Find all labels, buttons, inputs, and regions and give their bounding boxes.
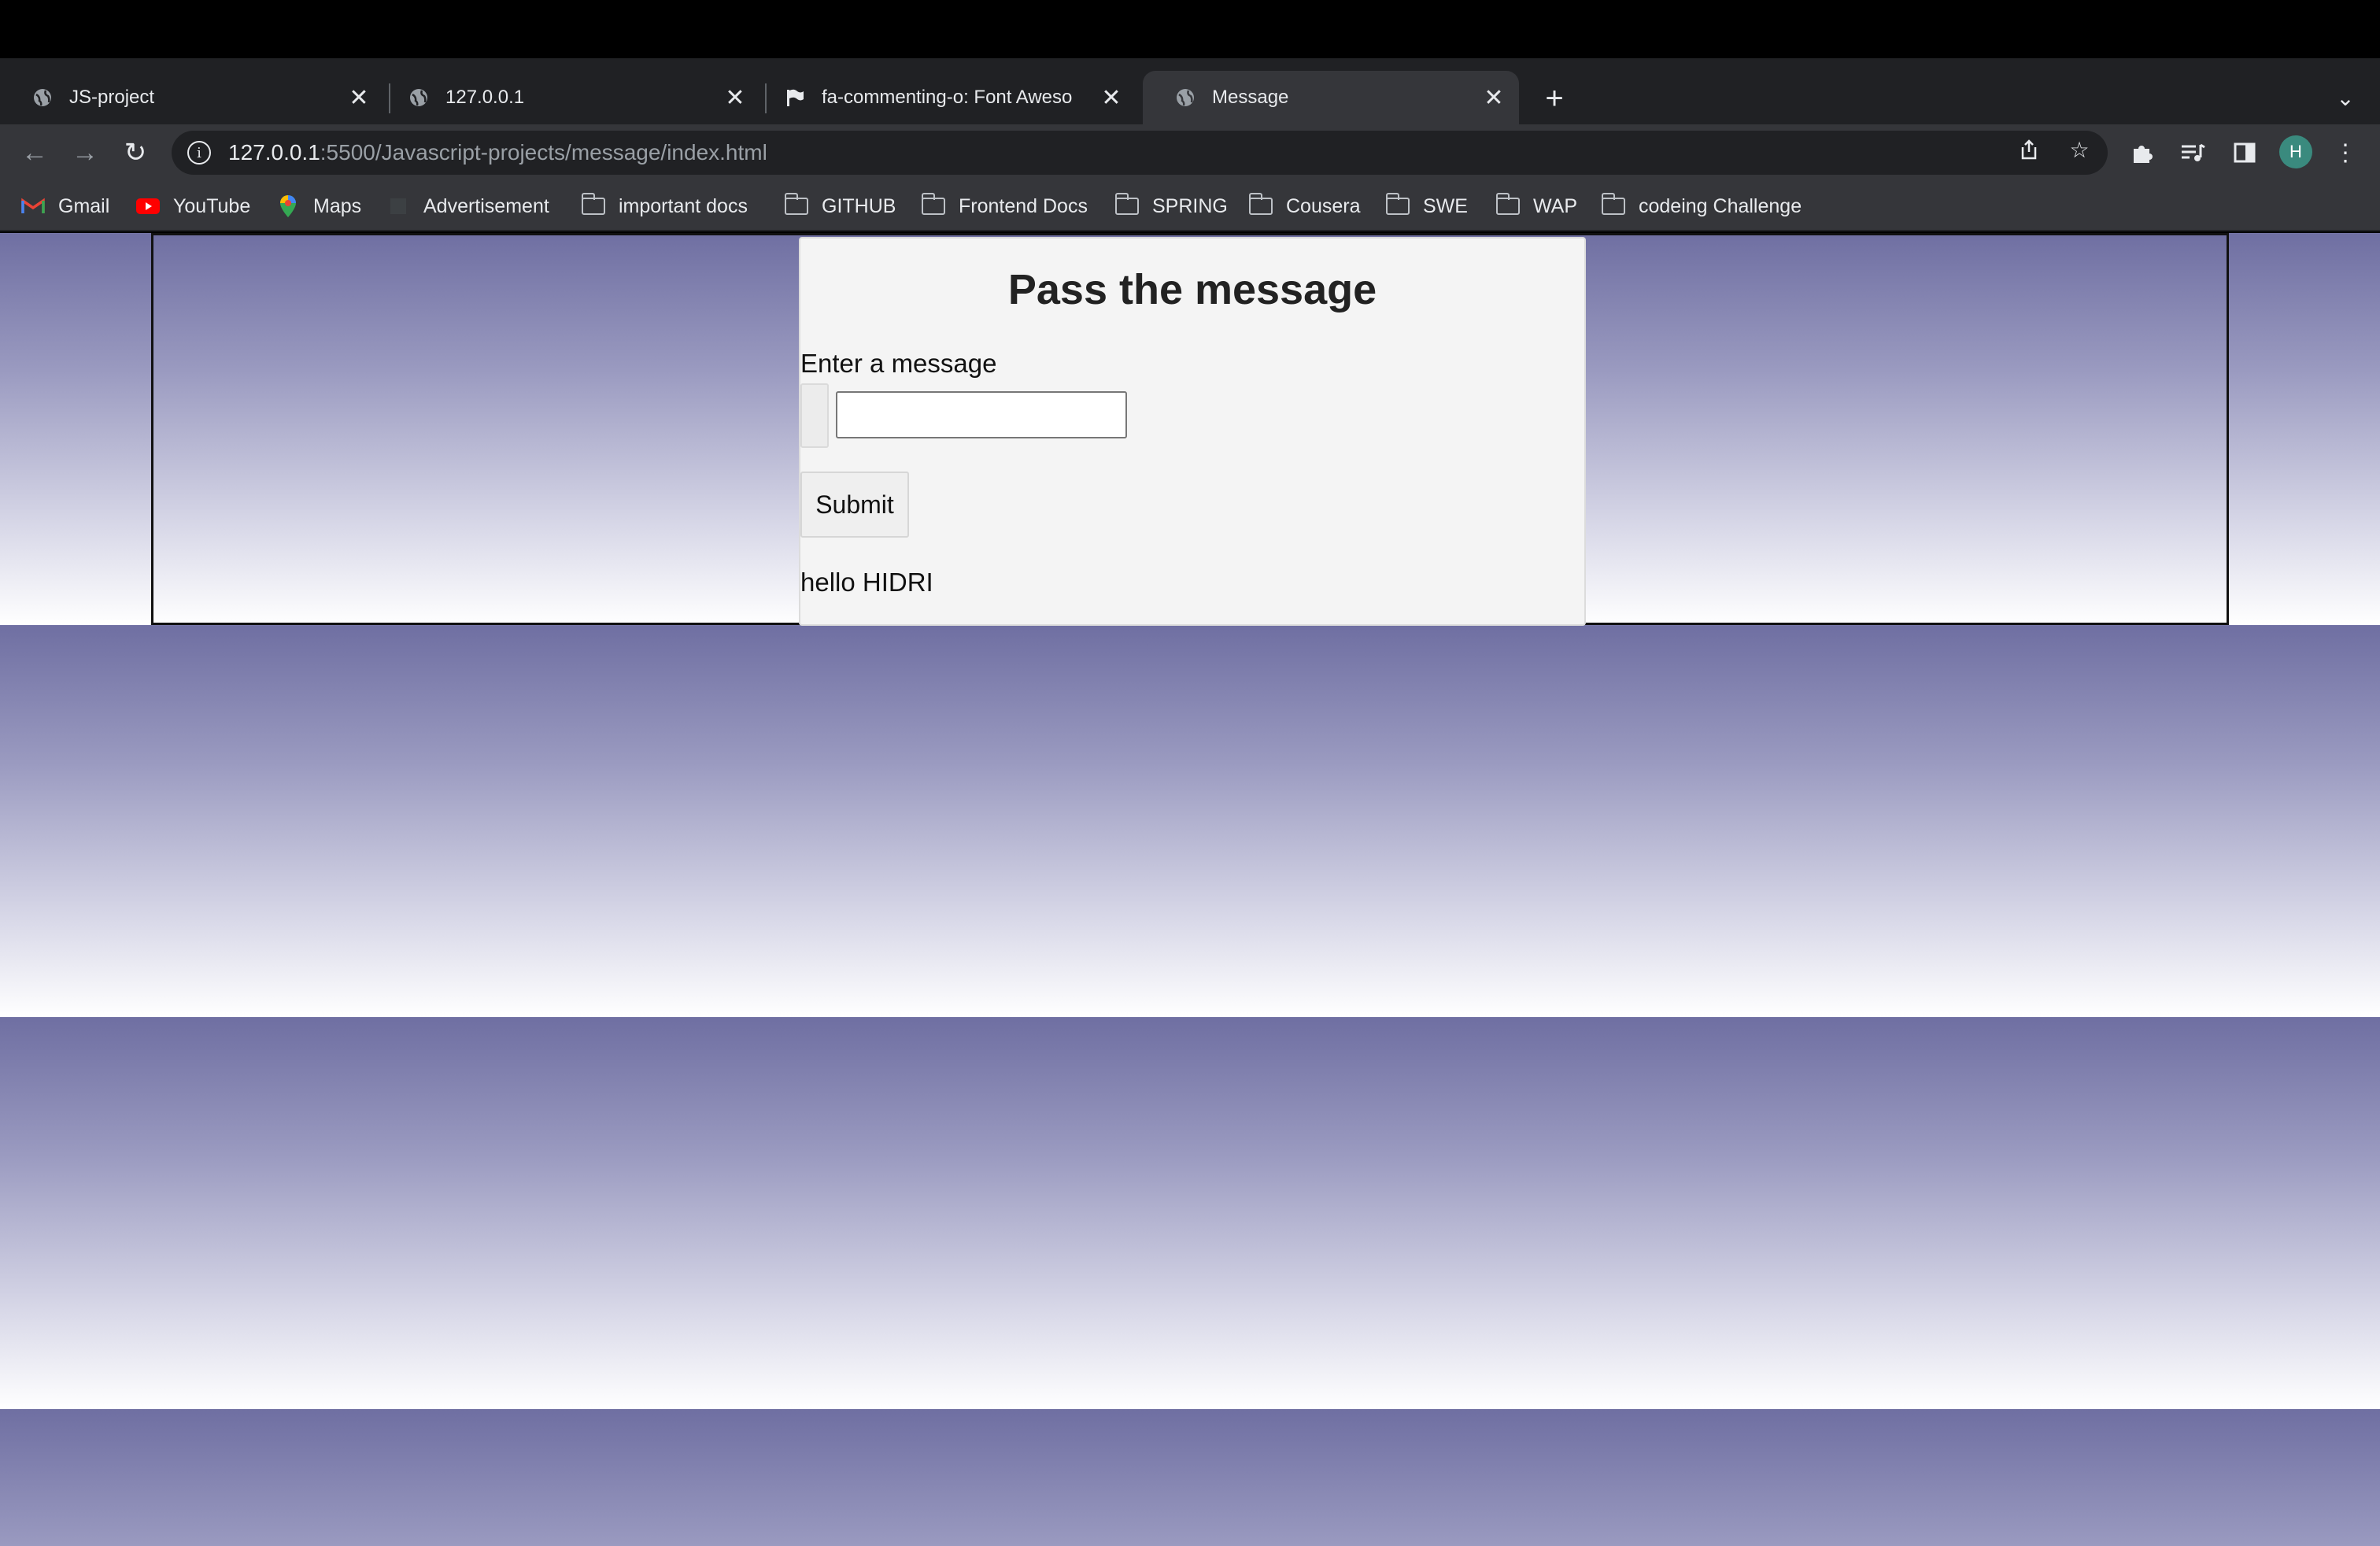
bookmark-label: Maps xyxy=(313,194,362,217)
close-icon[interactable]: ✕ xyxy=(1096,82,1127,113)
page-icon xyxy=(386,195,411,217)
bookmark-youtube[interactable]: YouTube xyxy=(135,192,250,220)
bookmark-cousera[interactable]: Cousera xyxy=(1248,192,1361,220)
url-host: 127.0.0.1 xyxy=(228,140,320,165)
folder-icon xyxy=(1114,193,1139,215)
page-container: Pass the message Enter a message Submit … xyxy=(151,233,2229,626)
info-icon[interactable]: i xyxy=(187,141,211,165)
media-playlist-icon[interactable] xyxy=(2175,135,2210,170)
macos-menu-bar xyxy=(0,0,2380,58)
address-bar[interactable]: i 127.0.0.1:5500/Javascript-projects/mes… xyxy=(172,131,2108,175)
url-path: :5500/Javascript-projects/message/index.… xyxy=(320,140,767,165)
folder-icon xyxy=(784,193,808,215)
message-output: hello HIDRI xyxy=(800,568,933,597)
bookmark-maps[interactable]: Maps xyxy=(275,192,361,220)
bookmark-spring[interactable]: SPRING xyxy=(1114,192,1228,220)
tab-message[interactable]: Message ✕ xyxy=(1143,71,1519,124)
bookmark-frontend-docs[interactable]: Frontend Docs xyxy=(921,192,1088,220)
bookmark-label: GITHUB xyxy=(822,194,896,217)
flag-icon xyxy=(784,87,806,109)
folder-icon xyxy=(1385,193,1410,215)
reload-icon[interactable]: ↻ xyxy=(116,134,154,172)
bookmark-star-icon[interactable]: ☆ xyxy=(2064,134,2095,165)
bookmark-github[interactable]: GITHUB xyxy=(784,192,896,220)
bookmark-wap[interactable]: WAP xyxy=(1495,192,1577,220)
input-label: Enter a message xyxy=(800,349,997,378)
page-viewport: Pass the message Enter a message Submit … xyxy=(0,233,2380,1546)
bookmark-swe[interactable]: SWE xyxy=(1385,192,1468,220)
browser-toolbar: ← → ↻ i 127.0.0.1:5500/Javascript-projec… xyxy=(0,124,2380,181)
bookmark-label: Frontend Docs xyxy=(959,194,1088,217)
folder-icon xyxy=(1248,193,1273,215)
bookmark-important-docs[interactable]: important docs xyxy=(581,192,748,220)
folder-icon xyxy=(1601,193,1625,215)
kebab-menu-icon[interactable]: ⋮ xyxy=(2328,135,2363,170)
forward-arrow-icon[interactable]: → xyxy=(66,134,104,172)
tab-title: 127.0.0.1 xyxy=(445,87,525,108)
side-panel-icon[interactable] xyxy=(2227,135,2262,170)
tab-title: Message xyxy=(1212,87,1289,108)
youtube-icon xyxy=(135,195,161,217)
bookmark-label: Gmail xyxy=(58,194,110,217)
globe-icon xyxy=(31,87,54,109)
folder-icon xyxy=(1495,193,1520,215)
profile-avatar[interactable]: H xyxy=(2279,135,2312,168)
gmail-icon xyxy=(20,195,46,217)
new-tab-button[interactable]: + xyxy=(1535,79,1574,118)
bookmark-label: SPRING xyxy=(1152,194,1228,217)
bookmark-label: SWE xyxy=(1423,194,1468,217)
bookmark-label: Advertisement xyxy=(423,194,549,217)
bookmark-label: WAP xyxy=(1533,194,1578,217)
extensions-icon[interactable] xyxy=(2125,135,2160,170)
bookmark-label: YouTube xyxy=(173,194,251,217)
share-icon[interactable] xyxy=(2013,134,2045,165)
maps-icon xyxy=(275,195,301,217)
folder-icon xyxy=(921,193,945,215)
message-input[interactable] xyxy=(836,391,1127,438)
bookmark-codeing-challenge[interactable]: codeing Challenge xyxy=(1601,192,1802,220)
submit-button[interactable]: Submit xyxy=(800,472,909,538)
close-icon[interactable]: ✕ xyxy=(1478,82,1510,113)
tab-title: fa-commenting-o: Font Aweso xyxy=(822,87,1073,108)
input-addon xyxy=(800,383,829,448)
back-arrow-icon[interactable]: ← xyxy=(16,134,54,172)
folder-icon xyxy=(581,193,605,215)
tab-127-0-0-1[interactable]: 127.0.0.1 ✕ xyxy=(376,71,760,124)
globe-icon xyxy=(1174,87,1196,109)
close-icon[interactable]: ✕ xyxy=(719,82,751,113)
tab-title: JS-project xyxy=(69,87,155,108)
tab-strip: JS-project ✕ 127.0.0.1 ✕ fa-commenting-o… xyxy=(0,58,2380,124)
bookmark-label: Cousera xyxy=(1286,194,1361,217)
bookmark-label: important docs xyxy=(619,194,748,217)
bookmark-gmail[interactable]: Gmail xyxy=(20,192,109,220)
close-icon[interactable]: ✕ xyxy=(343,82,375,113)
tab-font-awesome[interactable]: fa-commenting-o: Font Aweso ✕ xyxy=(752,71,1136,124)
globe-icon xyxy=(408,87,430,109)
bookmark-advertisement[interactable]: Advertisement xyxy=(386,192,549,220)
chevron-down-icon[interactable]: ⌄ xyxy=(2330,82,2361,113)
bookmark-label: codeing Challenge xyxy=(1639,194,1802,217)
bookmarks-bar: Gmail YouTube Maps Advertisement importa… xyxy=(0,181,2380,231)
message-card: Pass the message Enter a message Submit … xyxy=(799,237,1586,626)
page-title: Pass the message xyxy=(1007,266,1377,313)
tab-js-project[interactable]: JS-project ✕ xyxy=(0,71,384,124)
